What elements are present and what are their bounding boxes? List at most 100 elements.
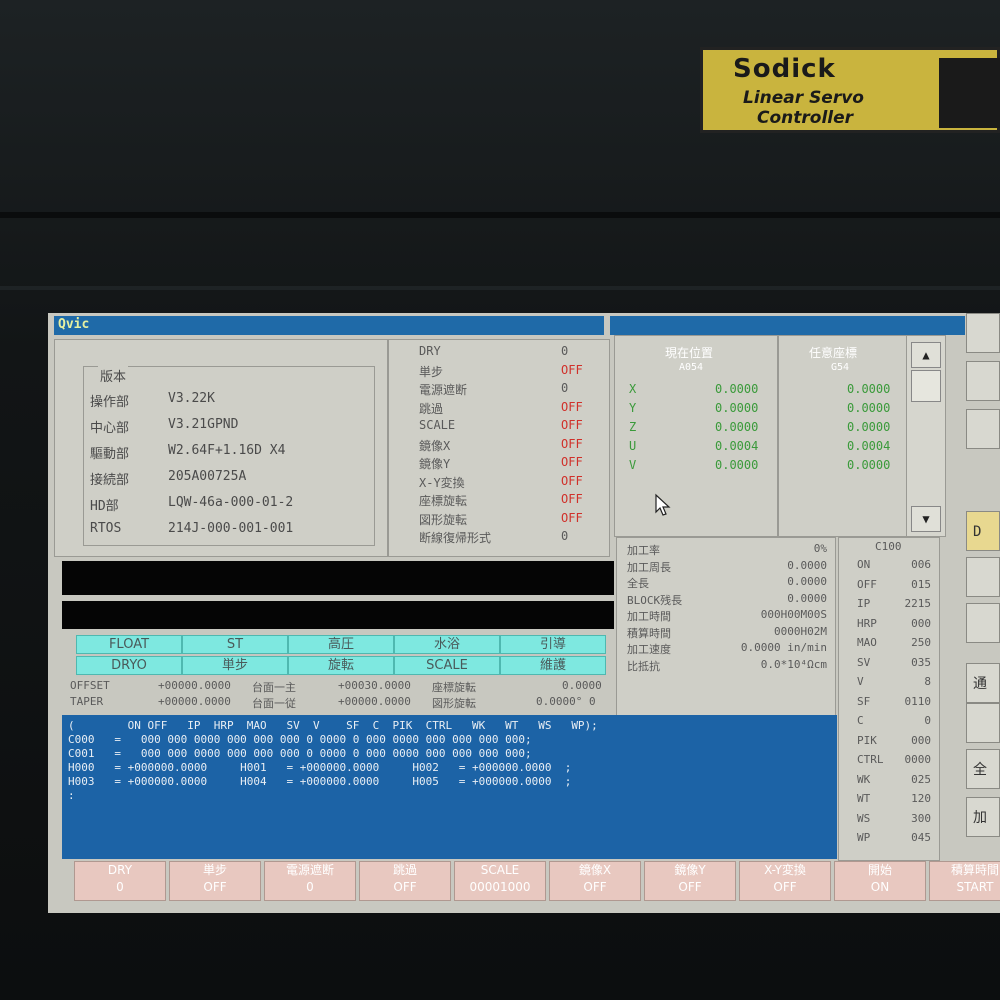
function-key-value: OFF — [583, 880, 607, 894]
mode-label: 断線復帰形式 — [419, 531, 492, 545]
program-editor[interactable]: ( ON OFF IP HRP MAO SV V SF C PIK CTRL W… — [62, 715, 837, 859]
condition-value: 0000 — [904, 753, 932, 766]
program-line: H003 = +000000.0000 H004 = +000000.0000 … — [68, 775, 572, 788]
mode-label: 跳過 — [419, 401, 444, 416]
function-key-label: DRY — [107, 863, 133, 877]
status-indicator[interactable]: DRYO — [76, 656, 182, 675]
work-coordinate-value: 0.0000 — [847, 401, 891, 415]
version-box: 版本 操作部 V3.22K 中心部 V3.21GPND 驅動部 W2.64F+1.16D … — [83, 366, 375, 546]
function-key-value: OFF — [393, 880, 417, 894]
cnc-screen: Qvic 版本 操作部 V3.22K 中心部 V3.21GPND 驅動部 W2.64F+1… — [48, 313, 1000, 913]
machining-label: 比抵抗 — [627, 659, 660, 673]
condition-value: 0110 — [904, 694, 932, 708]
scroll-up-arrow-icon[interactable]: ▲ — [911, 342, 941, 368]
condition-label: ON — [857, 558, 871, 571]
version-row-label: HD部 — [90, 499, 119, 514]
machining-value: 0% — [813, 542, 827, 555]
status-indicator[interactable]: 旋転 — [288, 656, 394, 675]
mode-label: 電源遮断 — [419, 383, 468, 397]
mode-value: OFF — [561, 436, 583, 451]
condition-value: 120 — [911, 792, 931, 805]
side-button[interactable] — [966, 557, 1000, 597]
function-key[interactable]: 単步 OFF — [169, 861, 261, 901]
side-button[interactable] — [966, 603, 1000, 643]
taper-label: TAPER — [70, 695, 104, 708]
mode-value: 0 — [561, 529, 569, 543]
scroll-thumb[interactable] — [911, 370, 941, 402]
version-row-label: RTOS — [90, 521, 122, 536]
offset-value: +00000.0000 — [158, 679, 231, 692]
function-key-label: 鏡像X — [578, 863, 612, 877]
function-key[interactable]: 跳過 OFF — [359, 861, 451, 901]
program-line: ( ON OFF IP HRP MAO SV V SF C PIK CTRL W… — [68, 719, 598, 732]
function-key-value: OFF — [678, 880, 702, 894]
status-indicator[interactable]: 引導 — [500, 635, 606, 654]
machining-value: 0.0000 — [787, 558, 827, 572]
scroll-down-arrow-icon[interactable]: ▼ — [911, 506, 941, 532]
side-button[interactable] — [966, 361, 1000, 401]
title-bar: Qvic — [54, 316, 604, 335]
side-button[interactable]: D — [966, 511, 1000, 551]
function-key[interactable]: 鏡像X OFF — [549, 861, 641, 901]
status-indicator[interactable]: SCALE — [394, 656, 500, 675]
machining-info-panel: 加工率 0% 加工周長 0.0000 全長 0.0000 BLOCK残長 0.0000 加工時間… — [616, 537, 836, 719]
axis-label: Y — [629, 401, 637, 415]
mode-value: OFF — [561, 399, 583, 414]
bezel-seam — [0, 212, 1000, 218]
status-indicator[interactable]: FLOAT — [76, 635, 182, 654]
version-row-value: 214J-000-001-001 — [168, 521, 294, 536]
version-row-label: 操作部 — [90, 395, 130, 410]
status-indicator[interactable]: 高圧 — [288, 635, 394, 654]
machining-label: 積算時間 — [627, 626, 671, 640]
side-button[interactable]: 全 — [966, 749, 1000, 789]
machining-label: 加工時間 — [627, 610, 671, 623]
function-key-label: 鏡像Y — [674, 863, 706, 877]
machining-label: 全長 — [627, 577, 649, 590]
function-key[interactable]: SCALE 00001000 — [454, 861, 546, 901]
function-key[interactable]: 鏡像Y OFF — [644, 861, 736, 901]
message-bar-2 — [62, 601, 614, 629]
side-button[interactable]: 加 — [966, 797, 1000, 837]
function-key-label: 電源遮断 — [285, 863, 334, 877]
mode-label: 鏡像X — [419, 438, 451, 453]
status-indicator[interactable]: 単步 — [182, 656, 288, 675]
condition-value: 035 — [911, 655, 931, 669]
function-key[interactable]: 開始 ON — [834, 861, 926, 901]
version-panel: 版本 操作部 V3.22K 中心部 V3.21GPND 驅動部 W2.64F+1.16D … — [54, 339, 388, 557]
coord-rotation-label: 座標旋転 — [432, 681, 476, 694]
brand-line-2: Controller — [757, 108, 854, 128]
screen-title: Qvic — [58, 317, 90, 332]
mode-label: X-Y変換 — [419, 475, 465, 490]
mode-list-panel: DRY 0 単步 OFF 電源遮断 0 跳過 OFF SCALE OFF 鏡像X OFF 鏡像Y OFF X… — [388, 339, 610, 557]
position-scrollbar[interactable]: ▲ ▼ — [906, 335, 946, 537]
machining-label: 加工速度 — [627, 643, 671, 656]
status-indicator[interactable]: 維護 — [500, 656, 606, 675]
mode-label: 座標旋転 — [419, 494, 468, 508]
side-button[interactable] — [966, 703, 1000, 743]
program-line: : — [68, 789, 75, 802]
machining-value: 0.0000 — [787, 575, 827, 588]
mode-value: OFF — [561, 455, 583, 469]
function-key-value: ON — [870, 880, 890, 894]
function-key[interactable]: DRY 0 — [74, 861, 166, 901]
current-position-panel: 現在位置 A054 X 0.0000 Y 0.0000 Z 0.0000 U 0.0004 V 0… — [614, 335, 778, 537]
side-button[interactable] — [966, 313, 1000, 353]
axis-label: X — [629, 382, 637, 396]
side-button[interactable] — [966, 409, 1000, 449]
work-coordinate-value: 0.0000 — [847, 382, 891, 396]
function-key[interactable]: 電源遮断 0 — [264, 861, 356, 901]
condition-value: 006 — [911, 558, 931, 571]
function-key[interactable]: X-Y変換 OFF — [739, 861, 831, 901]
function-key[interactable]: 積算時間 START — [929, 861, 1000, 901]
mode-label: SCALE — [419, 418, 456, 432]
work-coordinate-value: 0.0000 — [847, 458, 891, 472]
mode-value: OFF — [561, 473, 583, 488]
condition-value: 000 — [911, 733, 931, 747]
machining-label: 加工周長 — [627, 560, 671, 574]
status-indicator[interactable]: 水浴 — [394, 635, 500, 654]
figure-rotation-label: 図形旋転 — [432, 697, 476, 710]
side-button[interactable]: 通 — [966, 663, 1000, 703]
condition-panel: C100 ON 006 OFF 015 IP 2215 HRP 000 MAO 250 SV 035 V… — [838, 537, 940, 861]
status-indicator[interactable]: ST — [182, 635, 288, 654]
version-row-label: 驅動部 — [90, 447, 130, 462]
